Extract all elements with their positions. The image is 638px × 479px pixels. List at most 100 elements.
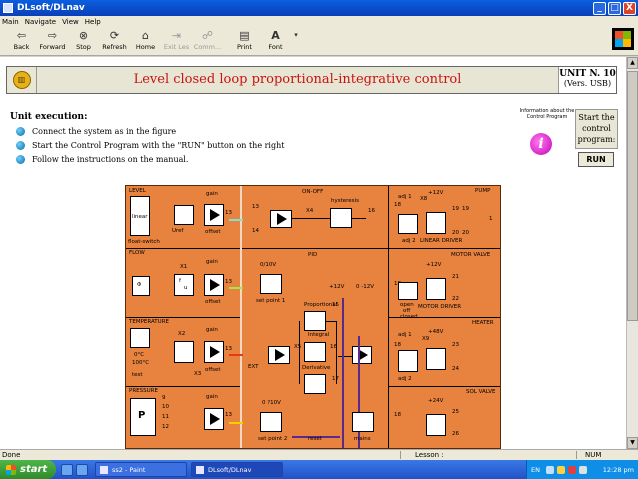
home-label: Home xyxy=(135,43,156,51)
terminal-19b: 19 xyxy=(462,206,469,212)
set-point-1-knob[interactable] xyxy=(260,274,282,294)
page-title: Level closed loop proportional-integrati… xyxy=(37,67,558,93)
num-lock-status: NUM xyxy=(576,451,638,459)
mains-switch[interactable] xyxy=(352,412,374,432)
tray-network-icon[interactable] xyxy=(545,465,554,474)
amplifier-block xyxy=(204,204,224,226)
u-label: u xyxy=(184,285,188,291)
terminal-1: 1 xyxy=(489,216,493,222)
unit-version: (Vers. USB) xyxy=(563,79,612,88)
pid-summing-block xyxy=(352,346,372,364)
terminal-18: 18 xyxy=(394,202,401,208)
derivative-block xyxy=(304,374,326,394)
comm-button[interactable]: ☍ Comm... xyxy=(192,27,223,55)
tray-security-icon[interactable] xyxy=(556,465,565,474)
terminal-9: 9 xyxy=(162,395,166,401)
unit-number-box: UNIT N. 10 (Vers. USB) xyxy=(558,67,616,93)
print-button[interactable]: ▤ Print xyxy=(229,27,260,55)
maximize-button[interactable]: □ xyxy=(608,1,621,15)
status-text: Done xyxy=(2,451,21,459)
driver-block xyxy=(426,348,446,370)
execution-steps: Connect the system as in the figure Star… xyxy=(16,124,284,166)
toolbar: ⇦ Back ⇨ Forward ⊗ Stop ⟳ Refresh ⌂ Home… xyxy=(0,27,638,56)
taskbar-item-dlsoft[interactable]: DLsoft/DLnav xyxy=(191,462,283,477)
terminal-25: 25 xyxy=(452,409,459,415)
vertical-scrollbar[interactable]: ▲ ▼ xyxy=(626,57,638,449)
summing-block xyxy=(270,210,292,228)
step-text: Follow the instructions on the manual. xyxy=(32,154,189,164)
menu-bar: Main Navigate View Help xyxy=(0,16,638,27)
stop-button[interactable]: ⊗ Stop xyxy=(68,27,99,55)
comm-icon: ☍ xyxy=(201,29,214,42)
menu-view[interactable]: View xyxy=(62,18,79,26)
quick-launch-desktop-icon[interactable] xyxy=(76,463,88,476)
exit-lesson-button[interactable]: ⇥ Exit Les xyxy=(161,27,192,55)
paint-icon xyxy=(100,465,108,474)
scroll-up-icon[interactable]: ▲ xyxy=(627,57,638,69)
section-pid: PID xyxy=(308,252,318,258)
forward-button[interactable]: ⇨ Forward xyxy=(37,27,68,55)
divider xyxy=(388,386,500,387)
divider xyxy=(240,186,242,448)
c0-label: 0°C xyxy=(134,352,145,358)
run-button[interactable]: RUN xyxy=(578,152,614,167)
stop-icon: ⊗ xyxy=(78,29,89,42)
gain-label: gain xyxy=(206,327,218,333)
wire xyxy=(336,321,337,384)
menu-help[interactable]: Help xyxy=(85,18,101,26)
section-motor-valve: MOTOR VALVE xyxy=(451,252,491,258)
tray-volume-icon[interactable] xyxy=(578,465,587,474)
menu-main[interactable]: Main xyxy=(2,18,19,26)
phi-label: Φ xyxy=(137,282,142,288)
back-button[interactable]: ⇦ Back xyxy=(6,27,37,55)
adj1-label: adj 1 xyxy=(398,194,412,200)
language-indicator[interactable]: EN xyxy=(531,466,540,474)
start-label: start xyxy=(20,464,48,475)
exit-icon: ⇥ xyxy=(171,29,182,42)
terminal-19: 19 xyxy=(452,206,459,212)
home-icon: ⌂ xyxy=(142,29,149,42)
font-button[interactable]: A Font xyxy=(260,27,291,55)
quick-launch-ie-icon[interactable] xyxy=(61,463,73,476)
terminal-22: 22 xyxy=(452,296,459,302)
offset-label: offset xyxy=(205,229,221,235)
linear-label: linear xyxy=(132,214,148,220)
back-arrow-icon: ⇦ xyxy=(16,29,27,42)
start-button[interactable]: start xyxy=(0,460,56,479)
font-dropdown[interactable]: ▾ xyxy=(291,27,301,55)
home-button[interactable]: ⌂ Home xyxy=(130,27,161,55)
close-button[interactable]: X xyxy=(623,1,636,15)
f-label: f xyxy=(179,278,181,284)
terminal-10: 10 xyxy=(162,404,169,410)
start-line-1: Start the xyxy=(578,113,615,122)
set-point-2-knob[interactable] xyxy=(260,412,282,432)
info-icon[interactable]: i xyxy=(530,133,552,155)
taskbar-item-label: ss2 - Paint xyxy=(112,465,146,474)
x2-label: X2 xyxy=(178,331,186,337)
adj1-label: adj 1 xyxy=(398,332,412,338)
section-level: LEVEL xyxy=(129,188,146,194)
set-point-1-label: set point 1 xyxy=(256,298,286,304)
hysteresis-label: hysteresis xyxy=(331,198,359,204)
clock[interactable]: 12:28 pm xyxy=(603,466,634,474)
taskbar-item-paint[interactable]: ss2 - Paint xyxy=(95,462,187,477)
print-label: Print xyxy=(237,43,252,51)
x4-label: X4 xyxy=(306,208,314,214)
integral-label: Integral xyxy=(308,332,330,338)
divider xyxy=(126,386,240,387)
tray-alert-icon[interactable] xyxy=(567,465,576,474)
start-program-box: Start the control program: xyxy=(575,109,618,149)
refresh-button[interactable]: ⟳ Refresh xyxy=(99,27,130,55)
minimize-button[interactable]: _ xyxy=(593,1,606,15)
x9-label: X9 xyxy=(422,336,430,342)
converter-block xyxy=(174,341,194,363)
p-label: P xyxy=(138,410,146,421)
terminal-20b: 20 xyxy=(462,230,469,236)
scroll-thumb[interactable] xyxy=(627,71,638,321)
back-label: Back xyxy=(13,43,30,51)
menu-navigate[interactable]: Navigate xyxy=(25,18,56,26)
terminal-20: 20 xyxy=(452,230,459,236)
driver-block xyxy=(426,278,446,300)
scroll-down-icon[interactable]: ▼ xyxy=(627,437,638,449)
stop-label: Stop xyxy=(76,43,91,51)
